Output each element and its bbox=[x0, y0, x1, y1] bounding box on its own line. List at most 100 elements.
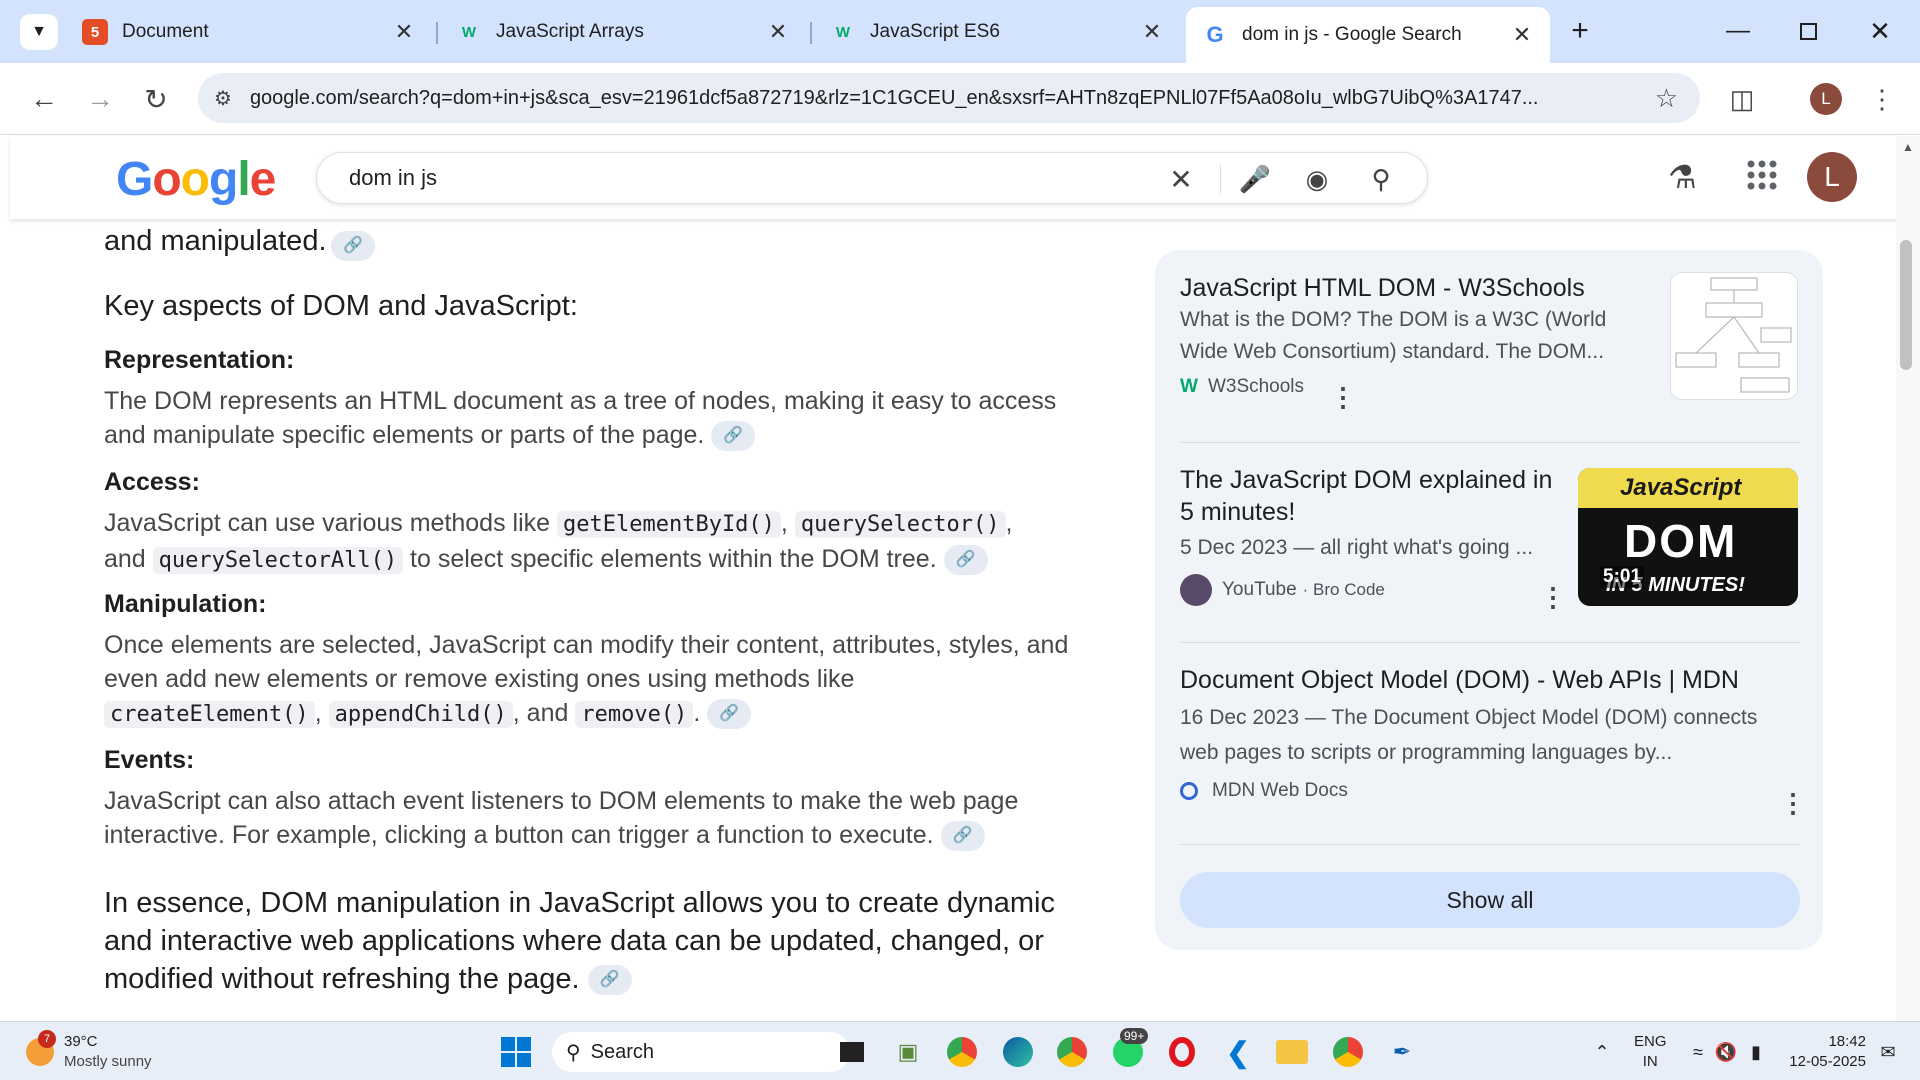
w3schools-icon: W bbox=[1180, 376, 1198, 397]
manipulation-body: Once elements are selected, JavaScript c… bbox=[104, 628, 1094, 732]
code-snippet: getElementById() bbox=[557, 511, 781, 538]
divider bbox=[1180, 442, 1800, 443]
forward-button[interactable]: → bbox=[78, 77, 122, 121]
page-scrollbar[interactable]: ▲ bbox=[1896, 136, 1920, 1021]
maximize-button[interactable] bbox=[1782, 10, 1834, 52]
url-text[interactable]: google.com/search?q=dom+in+js&sca_esv=21… bbox=[250, 87, 1620, 110]
windows-start-icon[interactable] bbox=[498, 1034, 534, 1070]
events-body: JavaScript can also attach event listene… bbox=[104, 784, 1094, 852]
divider bbox=[1180, 844, 1800, 845]
more-options-icon[interactable]: ⋮ bbox=[1540, 582, 1566, 613]
scroll-up-arrow[interactable]: ▲ bbox=[1902, 140, 1914, 154]
reload-button[interactable]: ↻ bbox=[134, 77, 178, 121]
tab-strip: ▼ 5 Document ✕ W JavaScript Arrays ✕ W J… bbox=[0, 0, 1920, 63]
link-icon[interactable]: 🔗 bbox=[943, 545, 988, 576]
code-snippet: querySelectorAll() bbox=[152, 547, 404, 574]
section-heading: Key aspects of DOM and JavaScript: bbox=[104, 290, 578, 322]
code-snippet: appendChild() bbox=[328, 701, 513, 728]
tab-document[interactable]: 5 Document ✕ bbox=[66, 10, 432, 54]
apps-grid-icon[interactable] bbox=[1745, 158, 1779, 192]
tab-divider bbox=[810, 22, 812, 44]
close-window-button[interactable]: ✕ bbox=[1854, 10, 1906, 52]
camera-lens-icon[interactable]: ◉ bbox=[1297, 163, 1337, 195]
tab-title: JavaScript ES6 bbox=[870, 21, 1000, 42]
video-thumbnail[interactable]: JavaScript DOM IN 5 MINUTES! 5:01 bbox=[1578, 468, 1798, 606]
link-icon[interactable]: 🔗 bbox=[711, 421, 756, 452]
search-icon[interactable]: ⚲ bbox=[1361, 163, 1401, 195]
site-info-icon[interactable]: ⚙ bbox=[214, 86, 232, 111]
more-options-icon[interactable]: ⋮ bbox=[1330, 382, 1356, 413]
notification-badge: 99+ bbox=[1120, 1028, 1149, 1044]
task-view-icon[interactable] bbox=[834, 1034, 870, 1070]
clock[interactable]: 18:42 12-05-2025 bbox=[1786, 1032, 1866, 1072]
source-title[interactable]: The JavaScript DOM explained in 5 minute… bbox=[1180, 464, 1570, 528]
tab-javascript-arrays[interactable]: W JavaScript Arrays ✕ bbox=[440, 10, 806, 54]
chevron-up-icon[interactable]: ⌃ bbox=[1584, 1034, 1620, 1070]
pen-icon[interactable]: ✒ bbox=[1384, 1034, 1420, 1070]
battery-icon[interactable]: ▮ bbox=[1738, 1034, 1774, 1070]
weather-widget[interactable]: 7 39°C Mostly sunny bbox=[26, 1030, 226, 1074]
app-icon[interactable]: ▣ bbox=[890, 1034, 926, 1070]
vscode-icon[interactable]: ❮ bbox=[1220, 1034, 1256, 1070]
link-icon[interactable]: 🔗 bbox=[940, 821, 985, 852]
source-title[interactable]: JavaScript HTML DOM - W3Schools bbox=[1180, 272, 1650, 304]
notifications-icon[interactable]: ✉ bbox=[1870, 1034, 1906, 1070]
close-icon[interactable]: ✕ bbox=[1138, 19, 1166, 45]
source-card-youtube[interactable]: The JavaScript DOM explained in 5 minute… bbox=[1180, 464, 1800, 612]
taskbar-search[interactable]: ⚲ Search bbox=[552, 1032, 850, 1072]
chrome-icon[interactable] bbox=[944, 1034, 980, 1070]
temperature-text: 39°C bbox=[64, 1033, 98, 1050]
divider bbox=[1180, 642, 1800, 643]
mdn-icon bbox=[1180, 782, 1198, 800]
search-input[interactable]: dom in js ✕ 🎤 ◉ ⚲ bbox=[316, 152, 1428, 204]
labs-flask-icon[interactable]: ⚗ bbox=[1668, 158, 1697, 196]
weather-text: Mostly sunny bbox=[64, 1053, 152, 1070]
result-thumbnail bbox=[1670, 272, 1798, 400]
chrome-profile-icon[interactable] bbox=[1054, 1034, 1090, 1070]
address-bar[interactable]: ⚙ google.com/search?q=dom+in+js&sca_esv=… bbox=[198, 73, 1700, 123]
close-icon[interactable]: ✕ bbox=[390, 19, 418, 45]
tab-javascript-es6[interactable]: W JavaScript ES6 ✕ bbox=[814, 10, 1180, 54]
source-snippet: What is the DOM? The DOM is a W3C (World… bbox=[1180, 308, 1607, 363]
source-card-mdn[interactable]: Document Object Model (DOM) - Web APIs |… bbox=[1180, 664, 1806, 818]
extensions-icon[interactable]: ◫ bbox=[1720, 77, 1764, 121]
show-all-button[interactable]: Show all bbox=[1180, 872, 1800, 928]
link-icon[interactable]: 🔗 bbox=[587, 965, 632, 996]
language-indicator[interactable]: ENG IN bbox=[1634, 1032, 1667, 1072]
file-explorer-icon[interactable] bbox=[1274, 1034, 1310, 1070]
back-button[interactable]: ← bbox=[22, 77, 66, 121]
notification-badge: 7 bbox=[38, 1030, 56, 1048]
search-query[interactable]: dom in js bbox=[349, 165, 437, 191]
scrollbar-thumb[interactable] bbox=[1900, 240, 1912, 370]
clear-icon[interactable]: ✕ bbox=[1161, 163, 1201, 195]
microphone-icon[interactable]: 🎤 bbox=[1235, 163, 1275, 195]
bookmark-star-icon[interactable]: ☆ bbox=[1655, 83, 1678, 114]
opera-icon[interactable] bbox=[1164, 1034, 1200, 1070]
code-snippet: remove() bbox=[575, 701, 694, 728]
link-icon[interactable]: 🔗 bbox=[330, 230, 375, 261]
access-body: JavaScript can use various methods like … bbox=[104, 506, 1094, 578]
code-snippet: querySelector() bbox=[794, 511, 1006, 538]
chrome-active-icon[interactable] bbox=[1330, 1034, 1366, 1070]
minimize-button[interactable]: — bbox=[1712, 10, 1764, 52]
manipulation-title: Manipulation: bbox=[104, 590, 267, 618]
tab-title: Document bbox=[122, 21, 209, 42]
link-icon[interactable]: 🔗 bbox=[707, 699, 752, 730]
profile-avatar[interactable]: L bbox=[1810, 83, 1842, 115]
new-tab-button[interactable]: + bbox=[1554, 10, 1606, 52]
more-options-icon[interactable]: ⋮ bbox=[1780, 788, 1806, 819]
edge-icon[interactable] bbox=[1000, 1034, 1036, 1070]
representation-body: The DOM represents an HTML document as a… bbox=[104, 384, 1094, 452]
essence-paragraph: In essence, DOM manipulation in JavaScri… bbox=[104, 887, 1055, 996]
source-title[interactable]: Document Object Model (DOM) - Web APIs |… bbox=[1180, 664, 1800, 696]
google-logo[interactable]: Google bbox=[116, 152, 276, 207]
thumbnail-text: JavaScript bbox=[1620, 474, 1742, 501]
tab-google-search[interactable]: G dom in js - Google Search ✕ bbox=[1186, 7, 1550, 63]
close-icon[interactable]: ✕ bbox=[1508, 22, 1536, 48]
tab-search-button[interactable]: ▼ bbox=[20, 14, 58, 50]
close-icon[interactable]: ✕ bbox=[764, 19, 792, 45]
account-avatar[interactable]: L bbox=[1807, 152, 1857, 202]
chrome-menu-icon[interactable]: ⋮ bbox=[1860, 77, 1904, 121]
source-card-w3schools[interactable]: JavaScript HTML DOM - W3Schools What is … bbox=[1180, 272, 1800, 412]
whatsapp-icon[interactable]: 99+ bbox=[1110, 1028, 1149, 1070]
